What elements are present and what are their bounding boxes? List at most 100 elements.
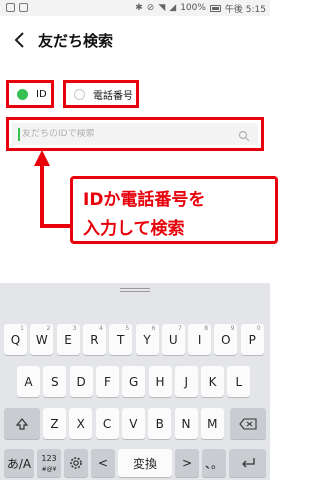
enter-key[interactable]	[229, 449, 266, 477]
annotation-callout: IDか電話番号を 入力して検索	[70, 176, 278, 244]
callout-line-1: IDか電話番号を	[83, 190, 206, 210]
key-e[interactable]: E3	[56, 324, 80, 355]
key-w[interactable]: W2	[30, 324, 54, 355]
key-u[interactable]: U7	[161, 324, 185, 355]
key-t-hint: 5	[125, 325, 130, 332]
key-m-label: M	[207, 416, 218, 431]
key-k[interactable]: K	[201, 366, 225, 397]
shift-key[interactable]	[4, 408, 40, 439]
status-bar: ✱ ⊘ ◥ ◢ 100% 午後 5:15	[0, 0, 270, 16]
numbers-key-sub: #@¥	[41, 465, 57, 473]
key-e-label: E	[64, 332, 72, 347]
key-t-label: T	[117, 332, 125, 347]
key-q[interactable]: Q1	[4, 324, 27, 355]
numbers-key[interactable]: 123 #@¥	[37, 449, 61, 477]
key-j[interactable]: J	[174, 366, 198, 397]
settings-key[interactable]	[64, 449, 88, 477]
key-b-label: B	[155, 416, 164, 431]
back-arrow-icon[interactable]	[10, 28, 30, 52]
key-l-label: L	[235, 374, 243, 389]
key-p-label: P	[248, 332, 256, 347]
search-input[interactable]	[22, 129, 222, 139]
signal-icon: ◢	[169, 3, 177, 13]
key-b[interactable]: B	[148, 408, 172, 439]
radio-unselected-icon	[74, 88, 85, 100]
radio-phone-option[interactable]: 電話番号	[63, 80, 139, 108]
key-r-label: R	[90, 332, 99, 347]
key-v[interactable]: V	[121, 408, 145, 439]
enter-icon	[241, 458, 255, 468]
key-u-hint: 7	[177, 325, 182, 332]
battery-percent: 100%	[180, 3, 206, 13]
key-r-hint: 4	[99, 325, 103, 332]
punctuation-key[interactable]: 、。	[202, 449, 226, 477]
key-n[interactable]: N	[174, 408, 198, 439]
key-q-hint: 1	[20, 325, 24, 332]
key-l[interactable]: L	[227, 366, 251, 397]
callout-line-2: 入力して検索	[83, 219, 185, 239]
key-z-label: Z	[50, 416, 59, 431]
key-j-label: J	[184, 374, 189, 389]
app-header: 友だち検索	[0, 16, 270, 64]
key-g-label: G	[129, 374, 139, 389]
key-a-label: A	[24, 374, 33, 389]
backspace-icon	[239, 417, 257, 430]
cursor-right-key-label: >	[181, 456, 193, 470]
key-o-hint: 9	[230, 325, 235, 332]
key-z[interactable]: Z	[43, 408, 66, 439]
key-k-label: K	[208, 374, 217, 389]
radio-phone-label: 電話番号	[93, 90, 133, 102]
key-c[interactable]: C	[95, 408, 119, 439]
notification-icon	[19, 3, 28, 12]
input-mode-key[interactable]: あ/A	[4, 449, 34, 477]
key-t[interactable]: T5	[109, 324, 133, 355]
cursor-left-key-label: <	[97, 456, 109, 470]
punctuation-key-label: 、。	[204, 456, 223, 471]
wifi-icon: ◥	[158, 3, 166, 13]
backspace-key[interactable]	[230, 408, 266, 439]
mute-icon: ⊘	[146, 3, 155, 13]
key-x-label: X	[76, 416, 85, 431]
cursor-left-key[interactable]: <	[91, 449, 115, 477]
search-field[interactable]	[12, 123, 258, 145]
key-i[interactable]: I8	[188, 324, 212, 355]
search-icon[interactable]	[238, 130, 250, 142]
key-x[interactable]: X	[69, 408, 93, 439]
key-a[interactable]: A	[17, 366, 40, 397]
space-key[interactable]: 変換	[118, 449, 172, 477]
key-h[interactable]: H	[148, 366, 172, 397]
key-o-label: O	[221, 332, 231, 347]
key-q-label: Q	[10, 332, 21, 347]
keyboard: Q 1 W 2 E 3 R 4 T 5 Y 6 U 7 I 8 O 9 P 0 A S D F G H J K L Z X C V B N M あ/A 1…	[0, 283, 270, 480]
key-g[interactable]: G	[122, 366, 146, 397]
key-i-hint: 8	[204, 325, 209, 332]
key-w-hint: 2	[46, 325, 51, 332]
key-n-label: N	[181, 416, 191, 431]
key-y-label: Y	[143, 332, 151, 347]
key-f-label: F	[103, 374, 111, 389]
key-y[interactable]: Y6	[135, 324, 159, 355]
key-o[interactable]: O9	[214, 324, 238, 355]
key-d[interactable]: D	[69, 366, 93, 397]
text-cursor	[18, 127, 20, 141]
input-mode-key-label: あ/A	[6, 456, 32, 471]
key-w-label: W	[35, 332, 48, 347]
key-m[interactable]: M	[200, 408, 224, 439]
numbers-key-label: 123	[41, 453, 57, 463]
space-key-label: 変換	[132, 456, 157, 471]
key-y-hint: 6	[151, 325, 156, 332]
shift-icon	[15, 417, 29, 430]
notification-icons	[6, 3, 28, 12]
key-e-hint: 3	[72, 325, 77, 332]
key-f[interactable]: F	[95, 366, 119, 397]
bluetooth-icon: ✱	[135, 3, 143, 13]
search-box-highlight	[6, 117, 264, 151]
page-title: 友だち検索	[38, 32, 114, 50]
key-s[interactable]: S	[43, 366, 67, 397]
key-p[interactable]: P0	[240, 324, 264, 355]
keyboard-handle-icon[interactable]	[120, 288, 150, 292]
key-r[interactable]: R4	[82, 324, 106, 355]
cursor-right-key[interactable]: >	[175, 449, 199, 477]
key-p-hint: 0	[256, 325, 261, 332]
radio-id-option[interactable]: ID	[6, 80, 54, 108]
